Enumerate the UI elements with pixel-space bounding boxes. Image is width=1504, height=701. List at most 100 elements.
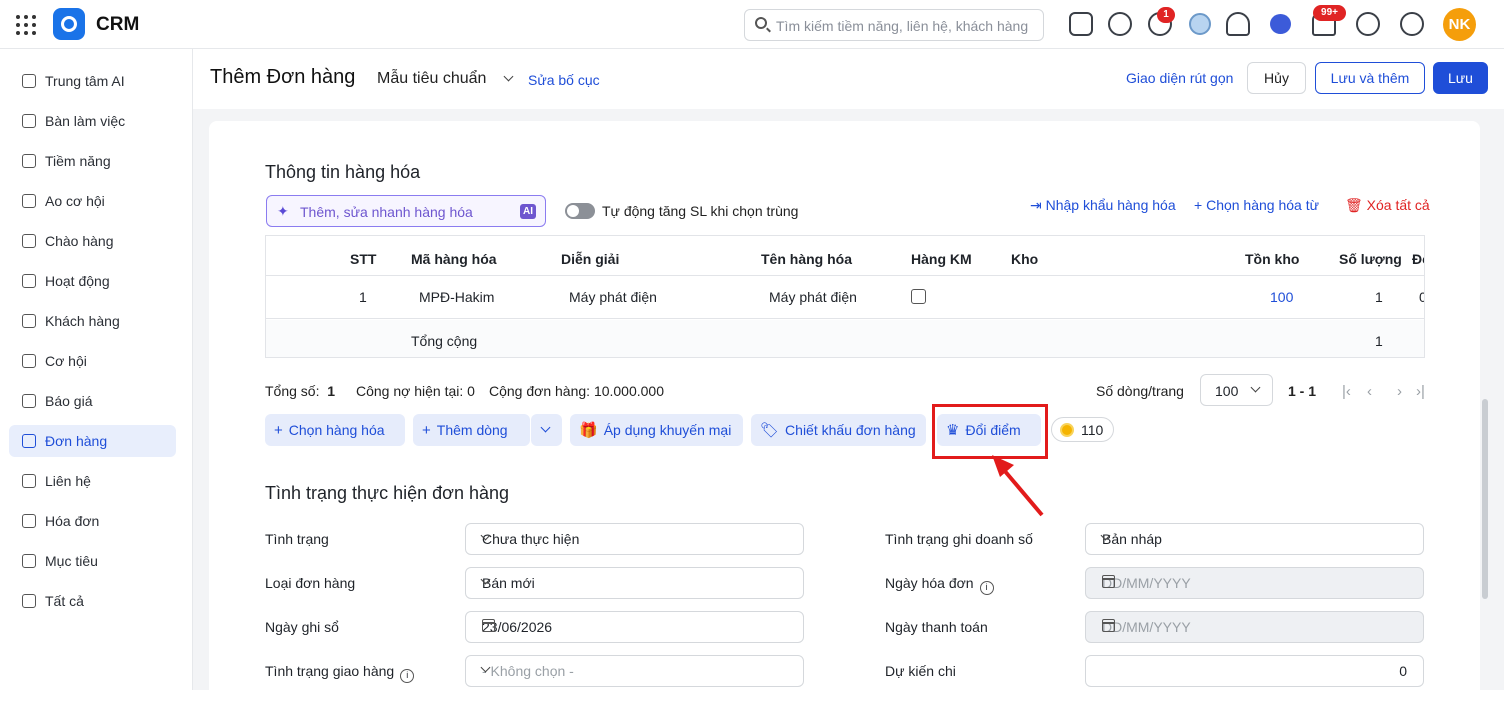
cell-name[interactable]: Máy phát điện bbox=[769, 289, 857, 305]
sidebar-item[interactable]: Hoạt động bbox=[9, 265, 176, 297]
sidebar-item-label: Bàn làm việc bbox=[45, 113, 126, 129]
sidebar-item[interactable]: Bàn làm việc bbox=[9, 105, 176, 137]
apply-promotion-button[interactable]: 🎁 Áp dụng khuyến mại bbox=[570, 414, 743, 446]
gear-icon[interactable] bbox=[1108, 12, 1132, 36]
promo-checkbox[interactable] bbox=[911, 289, 926, 304]
number-field[interactable]: 0 bbox=[1085, 655, 1424, 687]
import-goods-link[interactable]: ⇥ Nhập khẩu hàng hóa bbox=[1030, 197, 1176, 214]
sidebar-item[interactable]: Trung tâm AI bbox=[9, 65, 176, 97]
page-title: Thêm Đơn hàng bbox=[210, 66, 356, 88]
red-arrow-icon bbox=[992, 455, 1044, 517]
more-icon[interactable] bbox=[1400, 12, 1424, 36]
cell-stock[interactable]: 100 bbox=[1270, 289, 1293, 305]
date-field[interactable]: 23/06/2026 bbox=[465, 611, 804, 643]
table-row[interactable]: 1 MPĐ-Hakim Máy phát điện Máy phát điện … bbox=[266, 276, 1424, 319]
brand-name: CRM bbox=[96, 14, 140, 35]
select-field[interactable]: Bán mới bbox=[465, 567, 804, 599]
choose-goods-from-link[interactable]: + Chọn hàng hóa từ bbox=[1194, 197, 1319, 213]
order-discount-button[interactable]: 🏷 Chiết khấu đơn hàng bbox=[751, 414, 926, 446]
quote-doc-icon bbox=[22, 394, 36, 408]
select-field[interactable]: Bản nháp bbox=[1085, 523, 1424, 555]
template-selector[interactable]: Mẫu tiêu chuẩn bbox=[377, 70, 514, 88]
trash-icon: 🗑 bbox=[1345, 197, 1367, 213]
sidebar-item[interactable]: Mục tiêu bbox=[9, 545, 176, 577]
cell-extra: 0 bbox=[1419, 289, 1424, 305]
col-stt: STT bbox=[350, 251, 377, 267]
cancel-button[interactable]: Hủy bbox=[1247, 62, 1306, 94]
auto-increase-toggle[interactable] bbox=[565, 203, 595, 219]
user-avatar[interactable]: NK bbox=[1443, 8, 1476, 41]
last-page-icon[interactable]: ›| bbox=[1416, 383, 1425, 400]
scrollbar[interactable] bbox=[1482, 399, 1488, 599]
add-user-icon[interactable] bbox=[1226, 12, 1250, 36]
sidebar-item-label: Cơ hội bbox=[45, 353, 87, 369]
col-warehouse: Kho bbox=[1011, 251, 1039, 267]
field-label-text: Ngày ghi sổ bbox=[265, 619, 339, 635]
calendar-icon[interactable] bbox=[1102, 619, 1115, 632]
field-label-text: Ngày hóa đơn bbox=[885, 575, 974, 591]
date-field[interactable]: DD/MM/YYYY bbox=[1085, 567, 1424, 599]
add-row-button[interactable]: + Thêm dòng bbox=[413, 414, 530, 446]
prev-page-icon[interactable]: ‹ bbox=[1367, 383, 1372, 400]
next-page-icon[interactable]: › bbox=[1397, 383, 1402, 400]
delete-all-link[interactable]: 🗑 Xóa tất cả bbox=[1345, 197, 1430, 214]
edit-layout-link[interactable]: Sửa bố cục bbox=[528, 72, 600, 88]
select-field[interactable]: - Không chọn - bbox=[465, 655, 804, 687]
calendar-icon[interactable] bbox=[1102, 575, 1115, 588]
rows-per-page-select[interactable]: 100 bbox=[1200, 374, 1273, 406]
total-count: Tổng số: 1 bbox=[265, 383, 335, 399]
info-icon[interactable]: i bbox=[979, 581, 994, 595]
field-label: Loại đơn hàng bbox=[265, 575, 355, 591]
field-label-text: Tình trạng ghi doanh số bbox=[885, 531, 1033, 547]
cell-desc[interactable]: Máy phát điện bbox=[569, 289, 657, 305]
sidebar-item[interactable]: Khách hàng bbox=[9, 305, 176, 337]
info-icon[interactable]: i bbox=[400, 669, 415, 683]
ai-quick-edit-input[interactable]: ✦ Thêm, sửa nhanh hàng hóa AI bbox=[266, 195, 546, 227]
add-row-dropdown[interactable] bbox=[531, 414, 562, 446]
first-page-icon[interactable]: |‹ bbox=[1342, 383, 1351, 400]
col-code: Mã hàng hóa bbox=[411, 251, 497, 267]
chat-icon[interactable] bbox=[1270, 14, 1291, 34]
sparkle-icon: ✦ bbox=[277, 203, 289, 219]
delete-all-label: Xóa tất cả bbox=[1366, 197, 1430, 213]
sidebar-item[interactable]: Cơ hội bbox=[9, 345, 176, 377]
cell-stt: 1 bbox=[359, 289, 367, 305]
field-value: Chưa thực hiện bbox=[482, 531, 580, 547]
select-field[interactable]: Chưa thực hiện bbox=[465, 523, 804, 555]
calendar-icon[interactable] bbox=[482, 619, 495, 632]
save-and-add-button[interactable]: Lưu và thêm bbox=[1315, 62, 1425, 94]
sidebar-item[interactable]: Ao cơ hội bbox=[9, 185, 176, 217]
choose-goods-button[interactable]: + Chọn hàng hóa bbox=[265, 414, 405, 446]
search-box[interactable]: Tìm kiếm tiềm năng, liên hệ, khách hàng bbox=[744, 9, 1044, 41]
cell-qty[interactable]: 1 bbox=[1375, 289, 1383, 305]
sidebar-item[interactable]: Tất cả bbox=[9, 585, 176, 617]
field-label: Tình trạng ghi doanh số bbox=[885, 531, 1033, 547]
magnet-icon bbox=[22, 234, 36, 248]
help-icon[interactable] bbox=[1356, 12, 1380, 36]
field-label: Tình trạng giao hàng i bbox=[265, 663, 415, 683]
compact-view-link[interactable]: Giao diện rút gọn bbox=[1126, 70, 1233, 86]
field-label-text: Tình trạng bbox=[265, 531, 329, 547]
sidebar-item[interactable]: Đơn hàng bbox=[9, 425, 176, 457]
field-label: Ngày thanh toán bbox=[885, 619, 988, 635]
date-field[interactable]: DD/MM/YYYY bbox=[1085, 611, 1424, 643]
template-label: Mẫu tiêu chuẩn bbox=[377, 70, 487, 87]
footer-total-qty: 1 bbox=[1375, 333, 1383, 349]
timer-badge: 1 bbox=[1157, 7, 1175, 23]
save-button[interactable]: Lưu bbox=[1433, 62, 1488, 94]
contact-icon bbox=[22, 474, 36, 488]
sidebar-item[interactable]: Liên hệ bbox=[9, 465, 176, 497]
sidebar-item[interactable]: Chào hàng bbox=[9, 225, 176, 257]
app-grid-icon[interactable] bbox=[16, 15, 36, 35]
home-icon bbox=[22, 114, 36, 128]
field-value: Bản nháp bbox=[1102, 531, 1162, 547]
cube-icon[interactable] bbox=[1069, 12, 1093, 36]
cell-code[interactable]: MPĐ-Hakim bbox=[419, 289, 494, 305]
choose-goods-from-label: Chọn hàng hóa từ bbox=[1206, 197, 1319, 213]
sidebar-item[interactable]: Tiềm năng bbox=[9, 145, 176, 177]
sidebar-item-label: Khách hàng bbox=[45, 313, 120, 329]
sidebar-item-label: Trung tâm AI bbox=[45, 73, 125, 89]
sidebar-item[interactable]: Báo giá bbox=[9, 385, 176, 417]
profile-picture-icon[interactable] bbox=[1189, 13, 1211, 35]
sidebar-item[interactable]: Hóa đơn bbox=[9, 505, 176, 537]
